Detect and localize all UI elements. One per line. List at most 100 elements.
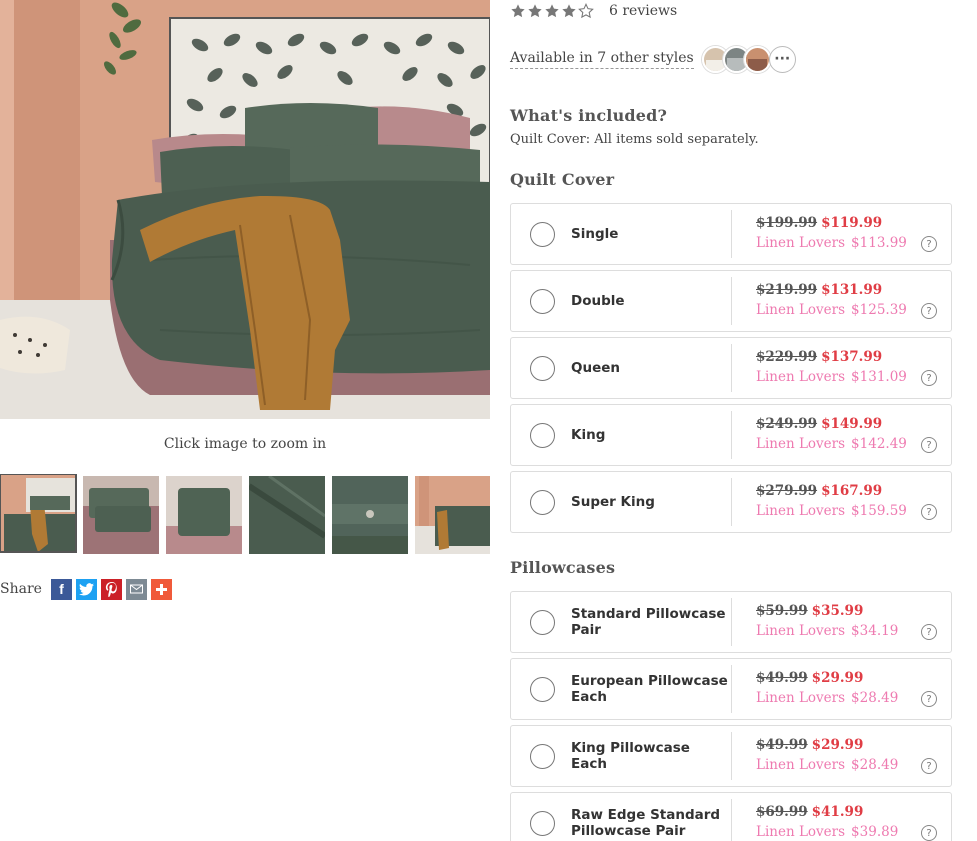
whats-included-text: Quilt Cover: All items sold separately. (510, 132, 759, 147)
member-price: $159.59 (851, 503, 907, 519)
option-european-pillowcase-each[interactable]: European Pillowcase Each $49.99 $29.99 Li… (510, 658, 952, 720)
option-quilt-single[interactable]: Single $199.99 $119.99 Linen Lovers $113.9… (510, 203, 952, 265)
sale-price: $29.99 (811, 737, 864, 753)
radio-button[interactable] (530, 490, 555, 515)
share-more-icon[interactable] (150, 578, 172, 600)
member-price-line: Linen Lovers $113.99 (756, 235, 907, 251)
member-price-line: Linen Lovers $125.39 (756, 302, 907, 318)
pinterest-icon[interactable] (100, 578, 122, 600)
style-swatches: ··· (701, 45, 796, 73)
member-price-line: Linen Lovers $39.89 (756, 824, 898, 840)
price-line: $219.99 $131.99 (756, 282, 882, 298)
price-line: $49.99 $29.99 (756, 737, 863, 753)
divider (731, 665, 732, 713)
option-king-pillowcase-each[interactable]: King Pillowcase Each $49.99 $29.99 Linen … (510, 725, 952, 787)
quilt-cover-title: Quilt Cover (510, 170, 615, 189)
member-price: $34.19 (851, 623, 899, 639)
help-icon[interactable]: ? (921, 236, 937, 252)
option-name: European Pillowcase Each (571, 673, 728, 705)
star-rating (510, 3, 595, 19)
option-name: Standard Pillowcase Pair (571, 606, 726, 638)
divider (731, 799, 732, 841)
help-icon[interactable]: ? (921, 504, 937, 520)
radio-button[interactable] (530, 423, 555, 448)
help-icon[interactable]: ? (921, 624, 937, 640)
member-label: Linen Lovers (756, 623, 846, 639)
star-filled-icon (562, 4, 576, 18)
radio-button[interactable] (530, 222, 555, 247)
radio-button[interactable] (530, 356, 555, 381)
member-price: $113.99 (851, 235, 907, 251)
radio-button[interactable] (530, 289, 555, 314)
member-price-line: Linen Lovers $28.49 (756, 757, 898, 773)
option-quilt-queen[interactable]: Queen $229.99 $137.99 Linen Lovers $131.09… (510, 337, 952, 399)
help-icon[interactable]: ? (921, 370, 937, 386)
sale-price: $35.99 (811, 603, 864, 619)
thumbnail-4[interactable] (249, 476, 325, 554)
divider (731, 210, 732, 258)
help-icon[interactable]: ? (921, 691, 937, 707)
old-price: $49.99 (756, 737, 808, 753)
sale-price: $41.99 (811, 804, 864, 820)
other-styles-link[interactable]: Available in 7 other styles (510, 50, 694, 69)
sale-price: $29.99 (811, 670, 864, 686)
divider (731, 598, 732, 646)
member-price-line: Linen Lovers $131.09 (756, 369, 907, 385)
thumbnail-2[interactable] (83, 476, 159, 554)
option-quilt-king[interactable]: King $249.99 $149.99 Linen Lovers $142.49 … (510, 404, 952, 466)
old-price: $279.99 (756, 483, 818, 499)
radio-button[interactable] (530, 677, 555, 702)
member-label: Linen Lovers (756, 302, 846, 318)
style-swatch[interactable] (743, 45, 771, 73)
member-price: $28.49 (851, 757, 899, 773)
option-standard-pillowcase-pair[interactable]: Standard Pillowcase Pair $59.99 $35.99 Li… (510, 591, 952, 653)
price-line: $199.99 $119.99 (756, 215, 882, 231)
main-product-image[interactable] (0, 0, 490, 419)
member-price: $142.49 (851, 436, 907, 452)
help-icon[interactable]: ? (921, 825, 937, 841)
thumbnail-strip (0, 474, 490, 556)
option-quilt-super-king[interactable]: Super King $279.99 $167.99 Linen Lovers $1… (510, 471, 952, 533)
price-line: $249.99 $149.99 (756, 416, 882, 432)
option-quilt-double[interactable]: Double $219.99 $131.99 Linen Lovers $125.3… (510, 270, 952, 332)
sale-price: $137.99 (821, 349, 883, 365)
radio-button[interactable] (530, 610, 555, 635)
option-raw-edge-standard-pillowcase-pair[interactable]: Raw Edge Standard Pillowcase Pair $69.99… (510, 792, 952, 841)
radio-button[interactable] (530, 744, 555, 769)
help-icon[interactable]: ? (921, 437, 937, 453)
help-icon[interactable]: ? (921, 758, 937, 774)
option-name: Double (571, 293, 625, 309)
member-label: Linen Lovers (756, 690, 846, 706)
member-label: Linen Lovers (756, 824, 846, 840)
member-label: Linen Lovers (756, 369, 846, 385)
old-price: $219.99 (756, 282, 818, 298)
old-price: $199.99 (756, 215, 818, 231)
facebook-icon[interactable]: f (50, 578, 72, 600)
twitter-icon[interactable] (75, 578, 97, 600)
member-price-line: Linen Lovers $159.59 (756, 503, 907, 519)
divider (731, 277, 732, 325)
radio-button[interactable] (530, 811, 555, 836)
thumbnail-3[interactable] (166, 476, 242, 554)
price-line: $49.99 $29.99 (756, 670, 863, 686)
help-icon[interactable]: ? (921, 303, 937, 319)
divider (731, 732, 732, 780)
email-icon[interactable] (125, 578, 147, 600)
thumbnail-5[interactable] (332, 476, 408, 554)
thumbnail-6[interactable] (415, 476, 490, 554)
member-price: $131.09 (851, 369, 907, 385)
old-price: $49.99 (756, 670, 808, 686)
option-name: Single (571, 226, 619, 242)
sale-price: $131.99 (821, 282, 883, 298)
thumbnail-1[interactable] (0, 474, 77, 553)
price-line: $69.99 $41.99 (756, 804, 863, 820)
option-name: King (571, 427, 606, 443)
more-styles-button[interactable]: ··· (768, 45, 796, 73)
reviews-link[interactable]: 6 reviews (609, 3, 677, 19)
divider (731, 344, 732, 392)
sale-price: $149.99 (821, 416, 883, 432)
old-price: $59.99 (756, 603, 808, 619)
divider (731, 411, 732, 459)
star-filled-icon (511, 4, 525, 18)
sale-price: $167.99 (821, 483, 883, 499)
